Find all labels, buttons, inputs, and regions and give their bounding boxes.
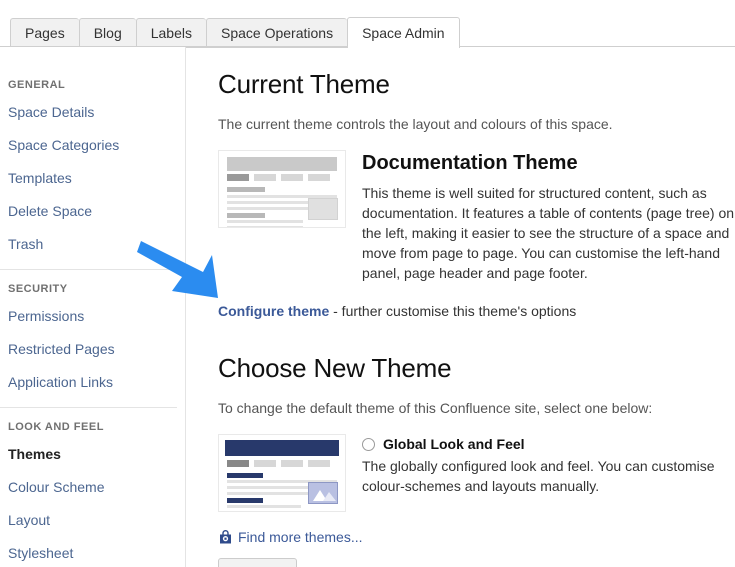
sidebar-item-trash[interactable]: Trash: [0, 236, 185, 252]
sidebar-item-restricted-pages[interactable]: Restricted Pages: [0, 341, 185, 357]
sidebar-section-title: LOOK AND FEEL: [8, 421, 104, 433]
find-more-themes-link[interactable]: Find more themes...: [238, 529, 363, 545]
marketplace-bag-icon: [220, 529, 231, 543]
confirm-button[interactable]: Confirm: [218, 558, 298, 567]
sidebar-section-title: GENERAL: [8, 79, 66, 91]
thumbnail-tabs: [227, 460, 330, 467]
thumbnail-image-placeholder: [308, 198, 338, 220]
tab-list: Pages Blog Labels Space Operations Space Adm…: [10, 17, 460, 48]
sidebar-item-stylesheet[interactable]: Stylesheet: [0, 545, 185, 561]
thumbnail-tab: [227, 174, 249, 181]
thumbnail-tab: [308, 460, 330, 467]
sidebar-item-space-categories[interactable]: Space Categories: [0, 137, 185, 153]
option-label: Global Look and Feel: [383, 436, 525, 452]
page-title: Current Theme: [218, 69, 390, 99]
radio-global-look-and-feel[interactable]: [362, 437, 375, 451]
tab-labels[interactable]: Labels: [135, 18, 206, 48]
current-theme-description: The current theme controls the layout an…: [218, 116, 613, 132]
theme-description: This theme is well suited for structured…: [362, 185, 735, 281]
page-root: Pages Blog Labels Space Operations Space Adm…: [0, 0, 735, 567]
tab-space-operations[interactable]: Space Operations: [206, 18, 348, 48]
find-more-themes-row: Find more themes...: [218, 529, 735, 545]
thumbnail-heading: [227, 498, 263, 503]
thumbnail-tab: [254, 174, 276, 181]
global-look-and-feel-option[interactable]: Global Look and Feel: [362, 436, 735, 452]
configure-theme-link[interactable]: Configure theme: [218, 303, 329, 319]
choose-theme-description: To change the default theme of this Conf…: [218, 400, 653, 416]
thumbnail-image-placeholder: [308, 482, 338, 504]
sidebar-divider: [0, 269, 177, 270]
global-theme-row: Global Look and Feel The globally config…: [218, 434, 735, 512]
sidebar-item-space-details[interactable]: Space Details: [0, 104, 185, 120]
documentation-theme-info: Documentation Theme This theme is well s…: [362, 150, 735, 283]
thumbnail-tab: [308, 174, 330, 181]
choose-theme-title: Choose New Theme: [218, 353, 452, 383]
thumbnail-header-bar: [227, 157, 337, 171]
sidebar-item-templates[interactable]: Templates: [0, 170, 185, 186]
main-content: Current Theme The current theme controls…: [186, 47, 735, 567]
thumbnail-tab: [254, 460, 276, 467]
sidebar-item-application-links[interactable]: Application Links: [0, 374, 185, 390]
tab-bar: Pages Blog Labels Space Operations Space Adm…: [0, 0, 735, 48]
tab-blog[interactable]: Blog: [78, 18, 136, 48]
sidebar-item-delete-space[interactable]: Delete Space: [0, 203, 185, 219]
configure-theme-suffix: - further customise this theme's options: [333, 303, 577, 319]
sidebar-divider: [0, 407, 177, 408]
tab-pages[interactable]: Pages: [10, 18, 79, 48]
tab-space-admin[interactable]: Space Admin: [347, 17, 460, 48]
thumbnail-tab: [227, 460, 249, 467]
theme-name: Documentation Theme: [362, 152, 578, 174]
sidebar-item-colour-scheme[interactable]: Colour Scheme: [0, 479, 185, 495]
current-theme-row: Documentation Theme This theme is well s…: [218, 150, 735, 283]
documentation-theme-thumbnail: [218, 150, 346, 228]
sidebar-item-themes[interactable]: Themes: [0, 446, 185, 462]
sidebar-item-layout[interactable]: Layout: [0, 512, 185, 528]
thumbnail-heading: [227, 213, 265, 218]
sidebar: GENERAL Space Details Space Categories Temp…: [0, 47, 186, 567]
option-description: The globally configured look and feel. Y…: [362, 458, 715, 494]
thumbnail-tab: [281, 460, 303, 467]
mountain-icon: [309, 483, 337, 503]
thumbnail-header-bar: [225, 440, 339, 456]
thumbnail-tab: [281, 174, 303, 181]
sidebar-section-title: SECURITY: [8, 283, 68, 295]
thumbnail-heading: [227, 187, 265, 192]
global-look-and-feel-thumbnail: [218, 434, 346, 512]
sidebar-item-permissions[interactable]: Permissions: [0, 308, 185, 324]
configure-theme-line: Configure theme - further customise this…: [218, 303, 735, 319]
global-look-and-feel-info: Global Look and Feel The globally config…: [362, 434, 735, 496]
thumbnail-heading: [227, 473, 263, 478]
thumbnail-tabs: [227, 174, 330, 181]
